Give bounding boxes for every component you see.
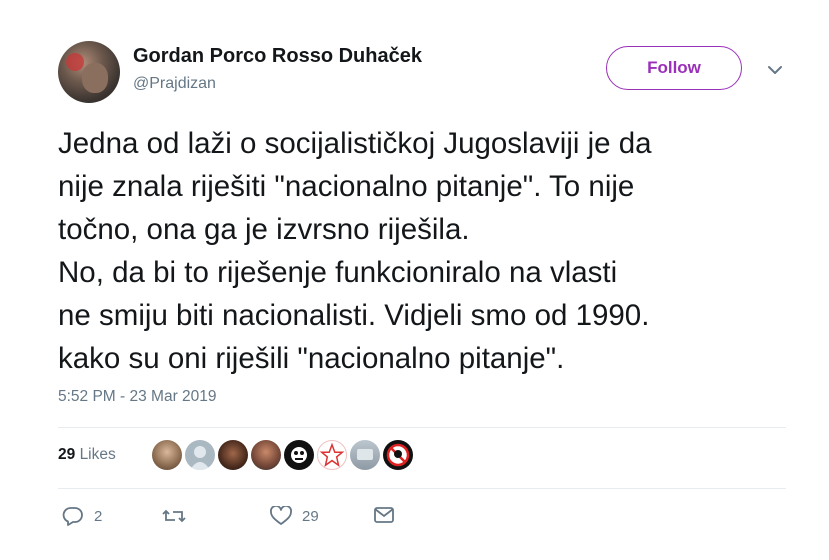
reply-count: 2	[94, 507, 103, 525]
divider	[58, 427, 786, 428]
tweet-text: Jedna od laži o socijalističkoj Jugoslav…	[58, 127, 652, 375]
retweet-action[interactable]	[162, 506, 196, 526]
likes-label: Likes	[79, 446, 116, 463]
liker-avatar-7[interactable]	[350, 440, 380, 470]
reply-icon	[62, 506, 84, 526]
tweet-timestamp[interactable]: 5:52 PM - 23 Mar 2019	[58, 388, 217, 406]
liker-avatar-2[interactable]	[185, 440, 215, 470]
follow-button[interactable]: Follow	[606, 46, 742, 90]
chevron-down-icon[interactable]	[765, 60, 785, 80]
divider	[58, 488, 786, 489]
author-avatar[interactable]	[58, 41, 120, 103]
reply-action[interactable]: 2	[62, 506, 102, 526]
message-icon	[373, 506, 395, 524]
likes-count: 29	[58, 446, 76, 463]
liker-avatar-3[interactable]	[218, 440, 248, 470]
like-count: 29	[302, 507, 319, 525]
likes-stat[interactable]: 29 Likes	[58, 446, 116, 464]
liker-avatar-6[interactable]	[317, 440, 347, 470]
likers-avatars	[152, 440, 413, 470]
liker-avatar-5[interactable]	[284, 440, 314, 470]
like-icon	[270, 506, 292, 526]
retweet-icon	[162, 506, 186, 526]
like-action[interactable]: 29	[270, 506, 319, 526]
author-handle[interactable]: @Prajdizan	[133, 75, 216, 93]
liker-avatar-4[interactable]	[251, 440, 281, 470]
message-action[interactable]	[373, 506, 395, 524]
author-name[interactable]: Gordan Porco Rosso Duhaček	[133, 45, 422, 68]
liker-avatar-1[interactable]	[152, 440, 182, 470]
liker-avatar-8[interactable]	[383, 440, 413, 470]
